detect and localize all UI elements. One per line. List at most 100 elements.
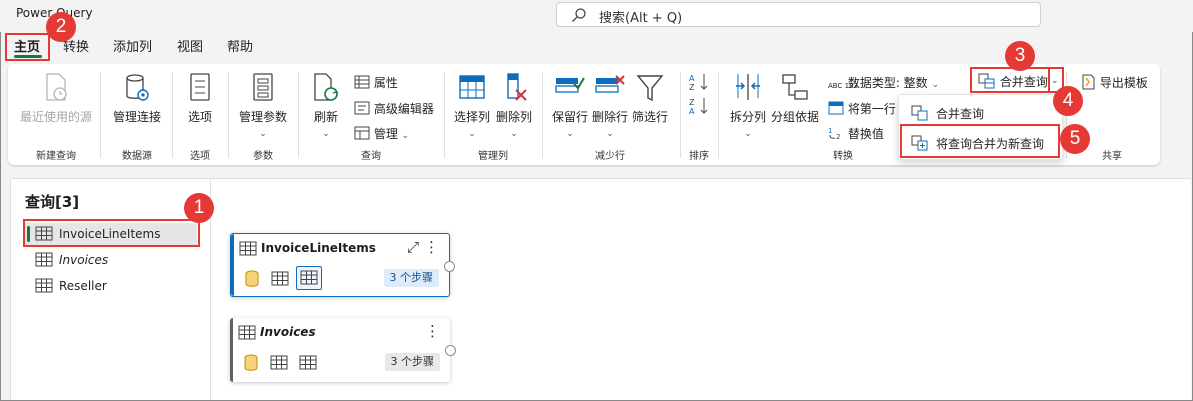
- group-label-manage-columns: 管理列: [478, 151, 508, 162]
- remove-rows-button[interactable]: 删除行 ⌄: [590, 72, 630, 139]
- use-first-row-button[interactable]: 将第一行: [828, 100, 896, 117]
- data-type-dropdown[interactable]: ABC 123 数据类型: 整数 ⌄: [828, 74, 939, 91]
- options-button[interactable]: 选项: [180, 72, 220, 125]
- sort-descending-button[interactable]: ZA: [688, 96, 710, 119]
- merge-queries-dropdown-arrow[interactable]: ⌄: [1051, 72, 1059, 86]
- keep-rows-label: 保留行: [551, 110, 588, 124]
- merge-queries-icon: [978, 73, 995, 89]
- table-icon: [35, 226, 53, 241]
- manage-button[interactable]: 管理 ⌄: [354, 125, 409, 142]
- remove-columns-label: 删除列: [495, 110, 532, 124]
- remove-rows-label: 删除行: [591, 110, 628, 124]
- query-card-invoices[interactable]: Invoices ⋮ 3 个步骤: [230, 318, 456, 382]
- manage-connections-button[interactable]: 管理连接: [108, 72, 166, 125]
- export-template-label: 导出模板: [1099, 76, 1148, 90]
- selected-step-box[interactable]: [296, 266, 322, 290]
- group-label-data-sources: 数据源: [122, 151, 152, 162]
- database-icon: [244, 354, 258, 371]
- query-name: InvoiceLineItems: [59, 227, 161, 241]
- group-by-label: 分组依据: [770, 110, 819, 124]
- tab-home[interactable]: 主页: [14, 36, 40, 55]
- properties-button[interactable]: 属性: [354, 74, 398, 91]
- tab-add-column[interactable]: 添加列: [113, 36, 152, 55]
- first-row-header-icon: [828, 101, 844, 115]
- choose-columns-label: 选择列: [453, 110, 490, 124]
- search-input[interactable]: 搜索(Alt + Q): [556, 2, 1041, 27]
- svg-text:Z: Z: [689, 98, 695, 107]
- manage-parameters-label: 管理参数: [238, 110, 287, 124]
- choose-columns-button[interactable]: 选择列 ⌄: [452, 72, 492, 139]
- options-icon: [190, 73, 210, 101]
- title-bar: Power Query 搜索(Alt + Q): [0, 0, 1193, 32]
- card-accent-bar: [231, 234, 234, 296]
- card-accent-bar: [230, 318, 233, 382]
- remove-rows-icon: [595, 75, 625, 93]
- manage-label: 管理: [373, 127, 398, 141]
- annotation-badge-4: 4: [1053, 86, 1083, 116]
- replace-values-label: 替换值: [847, 127, 884, 141]
- menu-item-label: 合并查询: [936, 107, 985, 121]
- manage-parameters-button[interactable]: 管理参数 ⌄: [236, 72, 290, 139]
- expand-icon[interactable]: ⤢: [407, 238, 419, 256]
- table-step-icon: [270, 355, 288, 370]
- svg-text:Z: Z: [689, 83, 695, 92]
- query-item-invoices[interactable]: Invoices: [25, 249, 197, 271]
- search-placeholder: 搜索(Alt + Q): [599, 11, 683, 26]
- filter-rows-button[interactable]: 筛选行: [630, 72, 670, 125]
- svg-text:A: A: [689, 107, 695, 116]
- tab-view[interactable]: 视图: [177, 36, 203, 55]
- split-column-label: 拆分列: [729, 110, 766, 124]
- table-icon: [35, 252, 53, 267]
- menu-item-merge-as-new[interactable]: 将查询合并为新查询: [899, 129, 1064, 157]
- merge-queries-menu: 合并查询 将查询合并为新查询: [898, 94, 1063, 160]
- advanced-editor-button[interactable]: 高级编辑器: [354, 100, 434, 117]
- annotation-badge-2: 2: [46, 12, 76, 42]
- filter-icon: [636, 75, 664, 102]
- tab-help[interactable]: 帮助: [227, 36, 253, 55]
- sort-descending-icon: ZA: [689, 98, 708, 116]
- replace-values-button[interactable]: 12 替换值: [828, 125, 884, 142]
- table-icon: [239, 241, 257, 256]
- svg-text:1: 1: [828, 127, 832, 135]
- table-step-icon: [299, 355, 317, 370]
- queries-pane: 查询[3] InvoiceLineItems Invoices Reseller: [10, 178, 211, 400]
- query-item-reseller[interactable]: Reseller: [25, 275, 197, 297]
- more-options-icon[interactable]: ⋮: [425, 322, 440, 340]
- chevron-down-icon: ⌄: [401, 131, 410, 141]
- group-label-transform: 转换: [833, 151, 853, 162]
- data-type-label: 数据类型: 整数: [847, 76, 928, 90]
- recent-sources-icon: [46, 73, 67, 101]
- group-separator: [718, 72, 719, 158]
- active-tab-indicator: [14, 55, 42, 58]
- connector-handle[interactable]: [445, 345, 456, 356]
- keep-rows-button[interactable]: 保留行 ⌄: [550, 72, 590, 139]
- query-item-invoicelineitems[interactable]: InvoiceLineItems: [25, 223, 197, 245]
- sort-ascending-button[interactable]: AZ: [688, 72, 710, 95]
- merge-queries-button[interactable]: 合并查询: [978, 73, 1048, 90]
- properties-label: 属性: [373, 76, 398, 90]
- data-type-icon: ABC 123: [828, 82, 858, 90]
- group-by-button[interactable]: 分组依据: [770, 72, 820, 125]
- remove-columns-button[interactable]: 删除列 ⌄: [494, 72, 534, 139]
- more-options-icon[interactable]: ⋮: [424, 238, 439, 256]
- merge-as-new-icon: [911, 135, 928, 151]
- refresh-button[interactable]: 刷新 ⌄: [306, 72, 346, 139]
- table-icon: [238, 325, 256, 340]
- annotation-badge-1: 1: [184, 193, 214, 223]
- menu-item-merge-queries[interactable]: 合并查询: [899, 99, 1064, 127]
- options-label: 选项: [187, 110, 212, 124]
- group-separator: [680, 72, 681, 158]
- query-card-invoicelineitems[interactable]: InvoiceLineItems ⤢ ⋮ 3 个步骤: [230, 233, 455, 297]
- export-template-button[interactable]: 导出模板: [1080, 74, 1148, 91]
- chevron-down-icon: ⌄: [606, 129, 614, 139]
- steps-badge: 3 个步骤: [384, 353, 440, 371]
- split-column-icon: [736, 74, 760, 100]
- group-label-sort: 排序: [689, 151, 709, 162]
- connector-handle[interactable]: [444, 261, 455, 272]
- recent-sources-button[interactable]: 最近使用的源: [18, 72, 94, 125]
- chevron-down-icon: ⌄: [744, 129, 752, 139]
- sort-ascending-icon: AZ: [689, 74, 708, 92]
- recent-sources-label: 最近使用的源: [19, 110, 92, 124]
- refresh-label: 刷新: [313, 110, 338, 124]
- split-column-button[interactable]: 拆分列 ⌄: [726, 72, 770, 139]
